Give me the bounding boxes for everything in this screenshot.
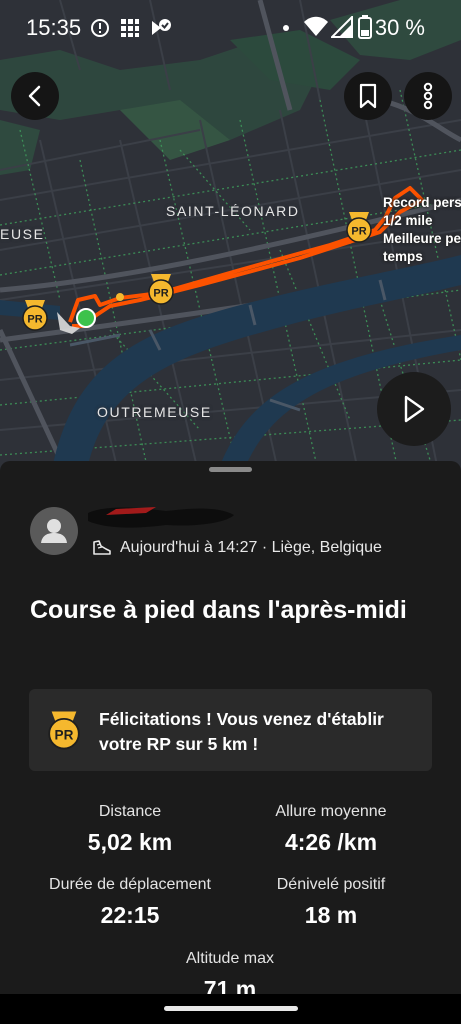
pr-banner-text: Félicitations ! Vous venez d'établir vot… bbox=[99, 709, 384, 754]
stat-value: 18 m bbox=[304, 902, 358, 928]
callout-line: Record pers bbox=[383, 195, 461, 210]
stat-label: Durée de déplacement bbox=[49, 876, 211, 893]
activity-title: Course à pied dans l'après-midi bbox=[30, 596, 407, 624]
svg-text:PR: PR bbox=[351, 226, 366, 238]
signal-icon bbox=[331, 16, 353, 38]
system-navigation-bar bbox=[0, 994, 461, 1024]
stat-label: Dénivelé positif bbox=[276, 876, 386, 893]
status-bar: 15:35 30 % bbox=[0, 0, 461, 56]
activity-meta: Aujourd'hui à 14:27 · Liège, Belgique bbox=[92, 539, 382, 557]
strava-verified-icon bbox=[152, 19, 171, 35]
stat-moving-time: Durée de déplacement 22:15 bbox=[15, 876, 245, 929]
pr-achievement-banner[interactable]: PR Félicitations ! Vous venez d'établir … bbox=[29, 689, 432, 771]
route-marker bbox=[116, 293, 124, 301]
grid-app-icon bbox=[121, 19, 139, 37]
notification-dot-icon bbox=[283, 25, 289, 31]
stat-elevation-gain: Dénivelé positif 18 m bbox=[216, 876, 446, 929]
avatar[interactable] bbox=[30, 507, 78, 555]
bookmark-icon bbox=[359, 83, 377, 109]
back-button[interactable] bbox=[11, 72, 59, 120]
map-label-saint-leonard: SAINT-LÉONARD bbox=[166, 203, 300, 219]
callout-line: 1/2 mile bbox=[383, 213, 433, 228]
activity-details-sheet[interactable]: Aujourd'hui à 14:27 · Liège, Belgique Co… bbox=[0, 461, 461, 1024]
bookmark-button[interactable] bbox=[344, 72, 392, 120]
stat-label: Altitude max bbox=[185, 950, 275, 967]
svg-text:PR: PR bbox=[55, 727, 74, 742]
home-gesture-pill[interactable] bbox=[164, 1006, 298, 1011]
status-time: 15:35 bbox=[26, 15, 82, 40]
user-icon bbox=[41, 519, 67, 543]
stat-value: 5,02 km bbox=[87, 829, 173, 855]
more-vertical-icon bbox=[423, 82, 433, 110]
stat-label: Distance bbox=[98, 803, 162, 820]
map-label-outremeuse: OUTREMEUSE bbox=[97, 404, 212, 420]
activity-map[interactable]: PR PR PR SAINT-LÉONARD EUSE OUTREMEUSE R… bbox=[0, 0, 461, 480]
stat-value: 22:15 bbox=[100, 902, 160, 928]
sheet-drag-handle[interactable] bbox=[209, 467, 252, 472]
more-button[interactable] bbox=[404, 72, 452, 120]
pr-badge-icon: PR bbox=[48, 711, 80, 750]
start-marker bbox=[76, 308, 96, 328]
stat-average-pace: Allure moyenne 4:26 /km bbox=[216, 803, 446, 856]
stat-label: Allure moyenne bbox=[275, 803, 387, 820]
play-icon bbox=[404, 395, 425, 423]
chevron-left-icon bbox=[28, 85, 41, 107]
redacted-athlete-name bbox=[88, 507, 234, 528]
svg-text:PR: PR bbox=[27, 314, 42, 326]
svg-text:PR: PR bbox=[153, 288, 168, 300]
map-label-euse: EUSE bbox=[0, 226, 45, 242]
stat-distance: Distance 5,02 km bbox=[15, 803, 245, 856]
battery-icon bbox=[358, 15, 372, 39]
wifi-icon bbox=[304, 16, 328, 36]
pr-badge-icon: PR bbox=[346, 212, 372, 243]
battery-percentage: 30 % bbox=[374, 15, 425, 40]
pr-callout: Record pers 1/2 mile Meilleure pe temps bbox=[383, 194, 461, 266]
alert-circle-icon bbox=[91, 19, 109, 37]
stat-value: 4:26 /km bbox=[284, 829, 378, 855]
flyby-play-button[interactable] bbox=[377, 372, 451, 446]
running-shoe-icon bbox=[93, 540, 111, 555]
activity-meta-text: Aujourd'hui à 14:27 · Liège, Belgique bbox=[120, 539, 382, 556]
pr-badge-icon: PR bbox=[148, 274, 174, 305]
pr-badge-icon: PR bbox=[22, 300, 48, 331]
callout-line: Meilleure pe bbox=[383, 231, 461, 246]
callout-line: temps bbox=[383, 249, 423, 264]
